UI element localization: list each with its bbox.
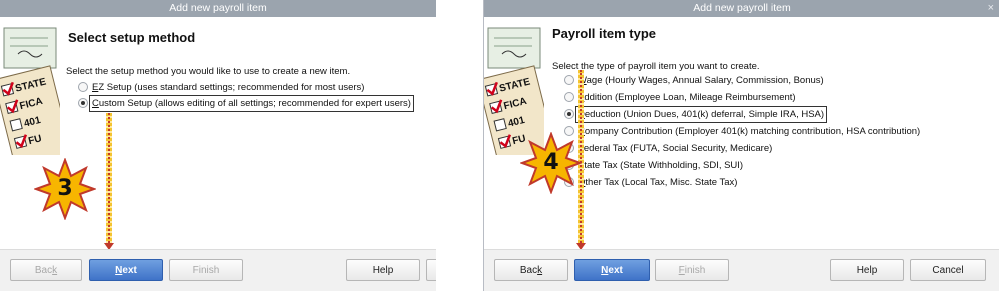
option-wage[interactable]: Wage (Hourly Wages, Annual Salary, Commi… <box>564 73 964 88</box>
option-deduction[interactable]: Deduction (Union Dues, 401(k) deferral, … <box>564 106 964 123</box>
radio-ez-setup[interactable] <box>78 82 88 92</box>
option-company-contribution[interactable]: Company Contribution (Employer 401(k) ma… <box>564 124 964 139</box>
finish-button[interactable]: Finish <box>655 259 729 281</box>
dialog-title-bar: Add new payroll item × <box>484 0 999 17</box>
radio-wage[interactable] <box>564 75 574 85</box>
step-number: 3 <box>57 176 73 201</box>
cancel-button-partial[interactable] <box>426 259 436 281</box>
payroll-item-type-dialog: Add new payroll item × STATE FICA 401 FU… <box>483 0 999 291</box>
step-number: 4 <box>543 150 559 175</box>
close-icon[interactable]: × <box>988 0 994 17</box>
page-heading: Select setup method <box>68 30 196 45</box>
radio-deduction[interactable] <box>564 109 574 119</box>
step-4-badge: 4 <box>519 131 583 195</box>
cancel-button[interactable]: Cancel <box>910 259 986 281</box>
option-other-tax[interactable]: Other Tax (Local Tax, Misc. State Tax) <box>564 175 964 190</box>
radio-custom-setup[interactable] <box>78 98 88 108</box>
help-button[interactable]: Help <box>346 259 420 281</box>
dialog-title: Add new payroll item <box>169 2 267 14</box>
option-custom-setup[interactable]: Custom Setup (allows editing of all sett… <box>78 95 418 112</box>
dialog-title-bar: Add new payroll item <box>0 0 436 17</box>
back-button[interactable]: Back <box>494 259 568 281</box>
dialog-title: Add new payroll item <box>693 2 791 14</box>
radio-addition[interactable] <box>564 92 574 102</box>
back-button[interactable]: Back <box>10 259 82 281</box>
option-addition[interactable]: Addition (Employee Loan, Mileage Reimbur… <box>564 90 964 105</box>
instruction-text: Select the setup method you would like t… <box>66 66 351 77</box>
option-state-tax[interactable]: State Tax (State Withholding, SDI, SUI) <box>564 158 964 173</box>
step-3-badge: 3 <box>33 157 97 221</box>
next-button[interactable]: Next <box>89 259 163 281</box>
page-heading: Payroll item type <box>552 26 657 41</box>
next-button[interactable]: Next <box>574 259 650 281</box>
finish-button[interactable]: Finish <box>169 259 243 281</box>
option-ez-setup[interactable]: EZ Setup (uses standard settings; recomm… <box>78 80 418 95</box>
help-button[interactable]: Help <box>830 259 904 281</box>
payroll-forms-illustration: STATE FICA 401 FU <box>0 27 60 155</box>
setup-method-dialog: Add new payroll item STATE FICA 401 FU S… <box>0 0 436 291</box>
annotation-dotted-line <box>108 113 112 243</box>
option-federal-tax[interactable]: Federal Tax (FUTA, Social Security, Medi… <box>564 141 964 156</box>
